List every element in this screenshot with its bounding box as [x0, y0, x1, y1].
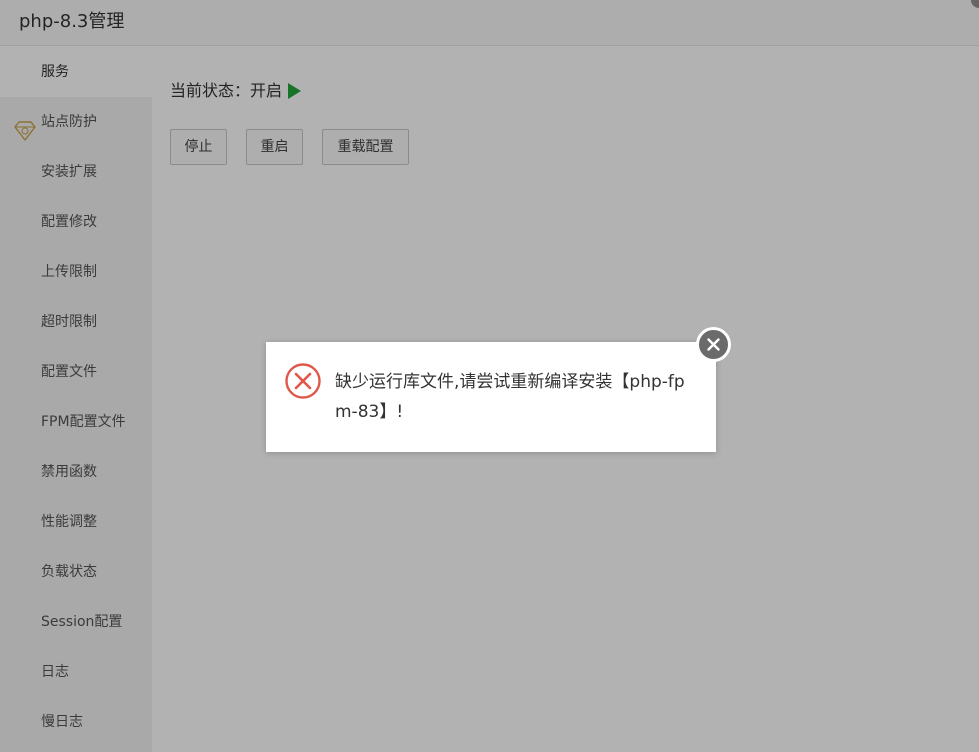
close-button[interactable]	[696, 327, 731, 362]
error-message: 缺少运行库文件,请尝试重新编译安装【php-fpm-83】!	[335, 372, 685, 422]
error-dialog: 缺少运行库文件,请尝试重新编译安装【php-fpm-83】!	[266, 327, 731, 452]
error-icon	[284, 362, 322, 400]
app-window: php-8.3管理 服务 站点防护 安装扩展 配置修改 上传限制 超时限制 配置…	[0, 0, 979, 752]
window-corner-icon	[971, 0, 979, 8]
close-icon	[707, 338, 720, 351]
